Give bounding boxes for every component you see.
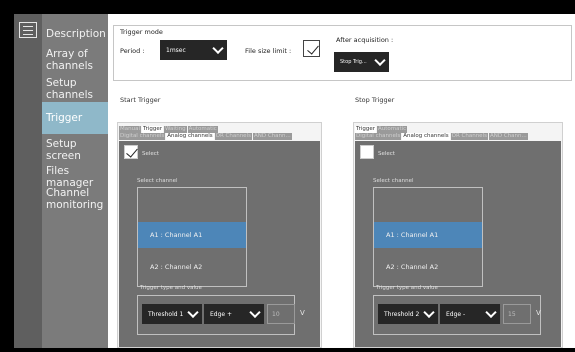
tab-analog-channels[interactable]: Analog channels [402,133,450,140]
sidebar-item-label: Description [46,28,106,40]
start-select-label: Select [142,151,159,157]
sidebar-item-label: Files manager [46,165,94,189]
sidebar-item-setup-channels[interactable]: Setup channels [46,77,108,101]
sidebar-item-label: Setup channels [46,77,94,101]
sidebar-item-label: Trigger [46,112,83,124]
stop-trigger-mode-tabs: Trigger Automatic [355,126,408,133]
tab-automatic[interactable]: Automatic [376,126,408,133]
start-unit-label: V [300,309,305,317]
chevron-down-icon [374,54,386,67]
stop-select-checkbox[interactable] [360,145,374,159]
tab-automatic[interactable]: Automatic [187,126,218,133]
start-trigger-mode-tabs: Manual Trigger Waiting Automatic [119,126,219,133]
stop-trigger-type-label: Trigger type and value [376,285,438,291]
tab-analog-channels[interactable]: Analog channels [166,133,214,140]
start-select-channel-label: Select channel [137,178,178,184]
tab-digital-channels[interactable]: Digital channels [119,133,166,140]
stop-trigger-panel: Trigger Automatic Digital channels Analo… [353,122,563,348]
checkmark-icon [126,145,138,158]
start-channel-list: A1 : Channel A1 A2 : Channel A2 [137,187,247,287]
file-size-limit-checkbox[interactable] [303,40,320,57]
tab-and-channels[interactable]: AND Chann... [488,133,528,140]
stop-value-input[interactable]: 15 [503,304,531,324]
chevron-down-icon [485,306,497,319]
start-trigger-type-box: Trigger type and value Threshold 1 Edge … [137,285,305,335]
tab-digital-channels[interactable]: Digital channels [355,133,402,140]
sidebar-rail [14,14,42,348]
chevron-down-icon [423,306,435,319]
chevron-down-icon [249,306,261,319]
sidebar-item-label: Setup screen [46,138,81,162]
hamburger-menu-icon[interactable] [19,22,37,38]
start-trigger-type-label: Trigger type and value [140,285,202,291]
start-edge-dropdown[interactable]: Edge + [204,304,264,324]
start-threshold-value: Threshold 1 [148,310,184,318]
sidebar-item-setup-screen[interactable]: Setup screen [46,138,108,162]
list-item[interactable]: A2 : Channel A2 [374,254,482,280]
period-value: 1msec [166,46,186,54]
after-acquisition-value: Stop Trig... [340,59,367,65]
stop-trigger-channel-tabs: Digital channels Analog channels OR Chan… [355,133,561,140]
stop-threshold-dropdown[interactable]: Threshold 2 [378,304,438,324]
list-item[interactable]: A2 : Channel A2 [138,254,246,280]
file-size-limit-label: File size limit : [245,47,292,55]
stop-edge-dropdown[interactable]: Edge - [440,304,500,324]
tab-waiting[interactable]: Waiting [163,126,187,133]
tab-trigger[interactable]: Trigger [142,126,163,133]
sidebar-item-label: Channel monitoring [46,187,104,211]
stop-channel-list: A1 : Channel A1 A2 : Channel A2 [373,187,483,287]
tab-manual[interactable]: Manual [119,126,141,133]
chevron-down-icon [187,306,199,319]
app-window: Description Array of channels Setup chan… [14,14,575,348]
sidebar-item-array-of-channels[interactable]: Array of channels [46,48,108,72]
sidebar: Description Array of channels Setup chan… [14,14,108,348]
list-item[interactable]: A1 : Channel A1 [138,222,246,248]
period-label: Period : [120,47,145,55]
start-select-checkbox[interactable] [124,145,138,159]
after-acquisition-label: After acquisition : [336,36,394,44]
start-edge-value: Edge + [210,310,233,318]
sidebar-item-description[interactable]: Description [46,28,108,40]
stop-trigger-title: Stop Trigger [355,96,395,104]
tab-or-channels[interactable]: OR Channels [214,133,252,140]
start-value-input[interactable]: 10 [267,304,295,324]
start-trigger-title: Start Trigger [120,96,161,104]
sidebar-item-channel-monitoring[interactable]: Channel monitoring [46,187,108,211]
tab-or-channels[interactable]: OR Channels [450,133,488,140]
chevron-down-icon [212,42,224,55]
stop-trigger-content: Select Select channel A1 : Channel A1 A2… [355,141,561,347]
start-trigger-content: Select Select channel A1 : Channel A1 A2… [119,141,320,347]
start-trigger-channel-tabs: Digital channels Analog channels OR Chan… [119,133,320,140]
checkmark-icon [307,42,319,55]
tab-and-channels[interactable]: AND Chann... [252,133,292,140]
trigger-mode-box: Trigger mode Period : 1msec File size li… [113,25,572,81]
stop-edge-value: Edge - [446,310,466,318]
start-threshold-dropdown[interactable]: Threshold 1 [142,304,202,324]
stop-threshold-value: Threshold 2 [384,310,420,318]
start-trigger-panel: Manual Trigger Waiting Automatic Digital… [117,122,322,348]
stop-unit-label: V [536,309,541,317]
list-item[interactable]: A1 : Channel A1 [374,222,482,248]
sidebar-item-trigger[interactable]: Trigger [42,102,108,134]
trigger-mode-title: Trigger mode [120,28,163,36]
period-dropdown[interactable]: 1msec [160,40,227,60]
stop-trigger-type-box: Trigger type and value Threshold 2 Edge … [373,285,541,335]
stop-select-channel-label: Select channel [373,178,414,184]
sidebar-item-label: Array of channels [46,48,94,72]
stop-select-label: Select [378,151,395,157]
after-acquisition-dropdown[interactable]: Stop Trig... [334,52,389,72]
tab-trigger[interactable]: Trigger [355,126,376,133]
sidebar-item-files-manager[interactable]: Files manager [46,165,108,189]
